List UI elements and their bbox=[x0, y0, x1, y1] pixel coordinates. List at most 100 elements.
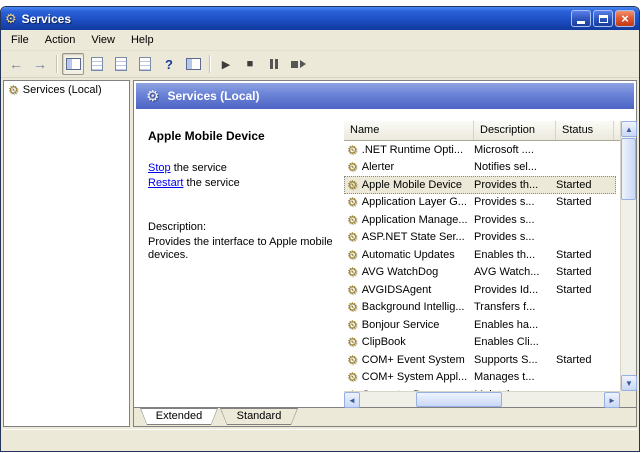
service-gear-icon: ⚙ bbox=[347, 318, 358, 331]
body-row: Apple Mobile Device Stop the service Res… bbox=[134, 109, 637, 408]
column-header-status[interactable]: Status bbox=[556, 121, 614, 140]
cell-description: AVG Watch... bbox=[474, 266, 540, 279]
banner-gear-icon: ⚙ bbox=[146, 88, 160, 105]
toolbar: ← → ? ▶ ■ bbox=[1, 51, 639, 78]
table-row[interactable]: ⚙ Apple Mobile Device Provides th... Sta… bbox=[344, 176, 616, 194]
cell-name: Background Intellig... bbox=[361, 301, 465, 314]
stop-service-suffix: the service bbox=[170, 162, 227, 174]
cell-name: Apple Mobile Device bbox=[361, 178, 463, 191]
table-row[interactable]: ⚙ .NET Runtime Opti... Microsoft .... bbox=[344, 141, 616, 159]
service-gear-icon: ⚙ bbox=[347, 371, 358, 384]
table-row[interactable]: ⚙ AVGIDSAgent Provides Id... Started bbox=[344, 281, 616, 299]
titlebar[interactable]: ⚙ Services × bbox=[1, 7, 639, 30]
action-pane-button[interactable] bbox=[182, 53, 204, 75]
pause-service-button[interactable] bbox=[263, 53, 285, 75]
restart-service-suffix: the service bbox=[183, 177, 240, 189]
banner: ⚙ Services (Local) bbox=[136, 83, 634, 109]
minimize-button[interactable] bbox=[571, 10, 591, 27]
services-table-body: ⚙ .NET Runtime Opti... Microsoft .... ⚙ … bbox=[344, 141, 620, 391]
cell-name: Bonjour Service bbox=[361, 318, 440, 331]
properties-icon bbox=[91, 57, 103, 71]
column-header-name[interactable]: Name bbox=[344, 121, 474, 140]
cell-status: Started bbox=[556, 178, 592, 191]
table-row[interactable]: ⚙ Application Manage... Provides s... bbox=[344, 211, 616, 229]
column-header-description[interactable]: Description bbox=[474, 121, 556, 140]
vertical-scroll-thumb[interactable] bbox=[621, 138, 636, 200]
cell-description: Manages t... bbox=[474, 371, 535, 384]
horizontal-scrollbar[interactable]: ◄ ► bbox=[344, 391, 620, 408]
cell-description: Microsoft .... bbox=[474, 143, 534, 156]
service-gear-icon: ⚙ bbox=[347, 336, 358, 349]
scrollbar-corner bbox=[620, 391, 636, 407]
table-row[interactable]: ⚙ Automatic Updates Enables th... Starte… bbox=[344, 246, 616, 264]
back-icon[interactable]: ← bbox=[5, 53, 27, 75]
column-headers: Name Description Status bbox=[344, 121, 620, 141]
selected-service-title: Apple Mobile Device bbox=[148, 129, 265, 143]
cell-name: .NET Runtime Opti... bbox=[361, 143, 464, 156]
service-gear-icon: ⚙ bbox=[347, 353, 358, 366]
vertical-scrollbar[interactable]: ▲ ▼ bbox=[620, 121, 637, 391]
cell-status: Started bbox=[556, 248, 592, 261]
stop-service-button[interactable]: ■ bbox=[239, 53, 261, 75]
menu-bar: File Action View Help bbox=[1, 30, 639, 51]
maximize-button[interactable] bbox=[593, 10, 613, 27]
cell-name: Application Layer G... bbox=[361, 196, 467, 209]
cell-name: Alerter bbox=[361, 161, 395, 174]
cell-description: Enables Cli... bbox=[474, 336, 539, 349]
help-button[interactable]: ? bbox=[158, 53, 180, 75]
table-row[interactable]: ⚙ ClipBook Enables Cli... bbox=[344, 334, 616, 352]
cell-status: Started bbox=[556, 353, 592, 366]
content-area: ⚙ Services (Local) ⚙ Services (Local) Ap… bbox=[3, 80, 637, 427]
show-hide-tree-button[interactable] bbox=[62, 53, 84, 75]
scroll-up-icon[interactable]: ▲ bbox=[621, 121, 637, 137]
cell-status: Started bbox=[556, 196, 592, 209]
cell-name: ClipBook bbox=[361, 336, 406, 349]
tree-item-services-local[interactable]: ⚙ Services (Local) bbox=[6, 83, 127, 97]
refresh-button[interactable] bbox=[110, 53, 132, 75]
restart-service-link[interactable]: Restart bbox=[148, 177, 183, 189]
cell-description: Provides th... bbox=[474, 178, 539, 191]
cell-description: Transfers f... bbox=[474, 301, 536, 314]
horizontal-scroll-thumb[interactable] bbox=[416, 392, 502, 407]
services-list: Name Description Status ▲ ▼ ⚙ .NET Runti… bbox=[344, 121, 637, 408]
table-row[interactable]: ⚙ Application Layer G... Provides s... S… bbox=[344, 194, 616, 212]
scroll-down-icon[interactable]: ▼ bbox=[621, 375, 637, 391]
forward-icon[interactable]: → bbox=[29, 53, 51, 75]
menu-action[interactable]: Action bbox=[37, 32, 84, 48]
cell-description: Notifies sel... bbox=[474, 161, 537, 174]
cell-status: Started bbox=[556, 266, 592, 279]
tab-standard[interactable]: Standard bbox=[220, 408, 298, 426]
table-row[interactable]: ⚙ Alerter Notifies sel... bbox=[344, 159, 616, 177]
tab-extended[interactable]: Extended bbox=[140, 408, 218, 426]
restart-service-button[interactable] bbox=[287, 53, 309, 75]
start-service-button[interactable]: ▶ bbox=[215, 53, 237, 75]
cell-description: Enables th... bbox=[474, 248, 536, 261]
action-pane-icon bbox=[185, 58, 201, 70]
scroll-left-icon[interactable]: ◄ bbox=[344, 392, 360, 408]
cell-description: Provides s... bbox=[474, 196, 535, 209]
table-row[interactable]: ⚙ Background Intellig... Transfers f... bbox=[344, 299, 616, 317]
description-label: Description: bbox=[148, 221, 207, 233]
service-gear-icon: ⚙ bbox=[347, 283, 358, 296]
table-row[interactable]: ⚙ AVG WatchDog AVG Watch... Started bbox=[344, 264, 616, 282]
table-row[interactable]: ⚙ ASP.NET State Ser... Provides s... bbox=[344, 229, 616, 247]
table-row[interactable]: ⚙ COM+ Event System Supports S... Starte… bbox=[344, 351, 616, 369]
menu-help[interactable]: Help bbox=[123, 32, 162, 48]
stop-service-link[interactable]: Stop bbox=[148, 162, 171, 174]
cell-name: COM+ Event System bbox=[361, 353, 465, 366]
close-button[interactable]: × bbox=[615, 10, 635, 27]
restart-icon bbox=[290, 60, 306, 68]
description-text: Provides the interface to Apple mobile d… bbox=[148, 236, 333, 261]
properties-button[interactable] bbox=[86, 53, 108, 75]
menu-view[interactable]: View bbox=[83, 32, 123, 48]
table-row[interactable]: ⚙ Bonjour Service Enables ha... bbox=[344, 316, 616, 334]
scroll-right-icon[interactable]: ► bbox=[604, 392, 620, 408]
menu-file[interactable]: File bbox=[3, 32, 37, 48]
table-row[interactable]: ⚙ COM+ System Appl... Manages t... bbox=[344, 369, 616, 387]
toolbar-separator bbox=[209, 55, 210, 73]
cell-name: AVGIDSAgent bbox=[361, 283, 432, 296]
service-gear-icon: ⚙ bbox=[347, 196, 358, 209]
console-tree-pane: ⚙ Services (Local) bbox=[3, 80, 130, 427]
export-list-button[interactable] bbox=[134, 53, 156, 75]
cell-name: COM+ System Appl... bbox=[361, 371, 468, 384]
